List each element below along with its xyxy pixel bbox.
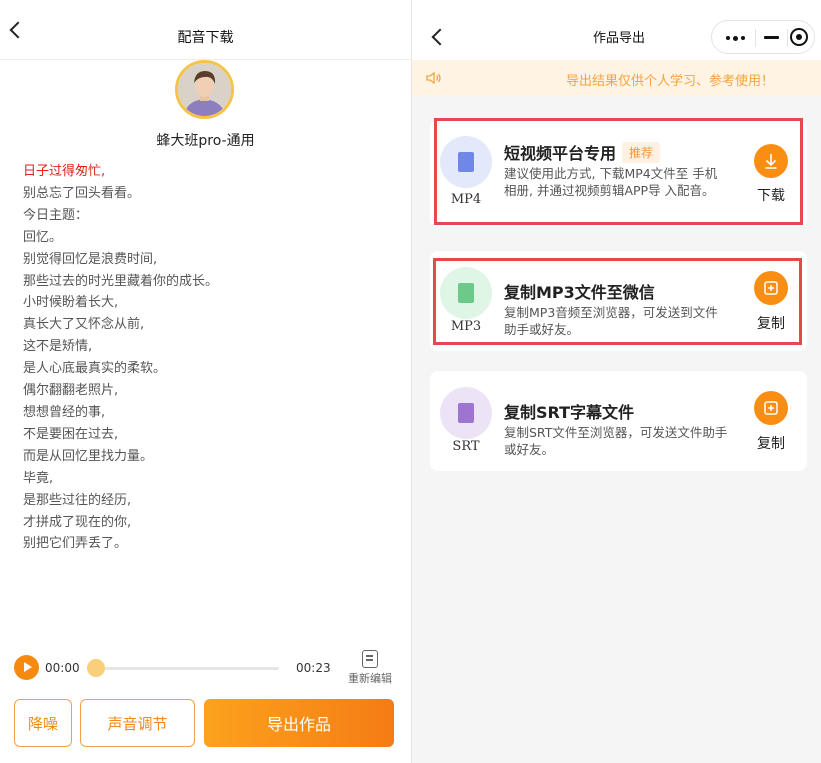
script-line: 真长大了又怀念从前,	[23, 317, 145, 333]
progress-thumb[interactable]	[87, 659, 105, 677]
capsule-divider	[755, 29, 756, 47]
more-icon[interactable]	[726, 35, 746, 41]
script-line: 那些过去的时光里藏着你的成长。	[23, 273, 219, 289]
script-line: 别总忘了回头看看。	[23, 185, 141, 201]
script-line: 别把它们弄丢了。	[23, 536, 128, 552]
page-title: 配音下载	[177, 30, 234, 46]
play-button[interactable]	[14, 655, 39, 680]
current-time: 00:00	[45, 661, 80, 675]
progress-track[interactable]	[96, 667, 279, 670]
script-line: 是人心底最真实的柔软。	[23, 361, 167, 377]
capsule-divider	[787, 29, 788, 47]
script-line: 毕竟,	[23, 470, 54, 486]
close-icon[interactable]	[790, 28, 808, 46]
copy-icon[interactable]	[754, 391, 788, 425]
script-line: 偶尔翻翻老照片,	[23, 383, 119, 399]
notice-bar: 导出结果仅供个人学习、参考使用！	[412, 60, 821, 96]
script-line: 今日主题：	[23, 207, 89, 223]
script-line: 别觉得回忆是浪费时间,	[23, 251, 158, 267]
reedit-label: 重新编辑	[348, 672, 392, 685]
highlight-box	[434, 118, 803, 225]
notice-text: 导出结果仅供个人学习、参考使用！	[566, 74, 775, 89]
srt-file-icon	[458, 403, 474, 423]
minimize-icon[interactable]	[764, 36, 779, 39]
script-line: 才拼成了现在的你,	[23, 514, 132, 530]
script-line: 想想曾经的事,	[23, 404, 106, 420]
script-line: 小时候盼着长大,	[23, 295, 119, 311]
option-desc: 复制SRT文件至浏览器，可发送文件助手或好友。	[504, 425, 728, 457]
reedit-button[interactable]: 重新编辑	[345, 650, 395, 686]
speaker-icon	[426, 71, 441, 85]
back-arrow-icon[interactable]	[431, 28, 449, 46]
script-text: 日子过得匆忙, 别总忘了回头看看。 今日主题： 回忆。 别觉得回忆是浪费时间, …	[23, 161, 393, 555]
avatar-portrait-icon	[178, 63, 231, 116]
sound-adjust-button[interactable]: 声音调节	[80, 699, 195, 747]
script-line: 不是要困在过去,	[23, 426, 119, 442]
header: 作品导出	[412, 0, 821, 60]
export-panel: 作品导出 导出结果仅供个人学习、参考使用！ MP4 短视频平台专用 推荐 建议使用…	[412, 0, 821, 763]
edit-document-icon	[362, 650, 378, 668]
script-line: 日子过得匆忙,	[23, 164, 106, 179]
duration: 00:23	[296, 661, 331, 675]
miniprogram-capsule	[711, 20, 815, 54]
copy-button-label[interactable]: 复制	[740, 433, 802, 453]
voice-name: 蜂大班pro-通用	[156, 133, 255, 149]
script-line: 回忆。	[23, 229, 63, 245]
avatar	[175, 60, 234, 119]
page-title: 作品导出	[592, 31, 645, 46]
export-button[interactable]: 导出作品	[204, 699, 394, 747]
script-line: 是那些过往的经历,	[23, 492, 132, 508]
export-option-srt[interactable]: SRT 复制SRT字幕文件 复制SRT文件至浏览器，可发送文件助手或好友。 复制	[430, 371, 807, 471]
format-label: SRT	[452, 439, 480, 454]
srt-icon-circle	[440, 387, 492, 439]
script-line: 这不是矫情,	[23, 339, 93, 355]
header: 配音下载	[0, 0, 411, 60]
dubbing-download-panel: 配音下载 蜂大班pro-通用 日子过得匆忙, 别总忘了回头看看。 今日主题： 回…	[0, 0, 411, 763]
highlight-box	[433, 258, 802, 345]
option-title: 复制SRT字幕文件	[504, 403, 635, 422]
denoise-button[interactable]: 降噪	[14, 699, 72, 747]
script-line: 而是从回忆里找力量。	[23, 448, 154, 464]
